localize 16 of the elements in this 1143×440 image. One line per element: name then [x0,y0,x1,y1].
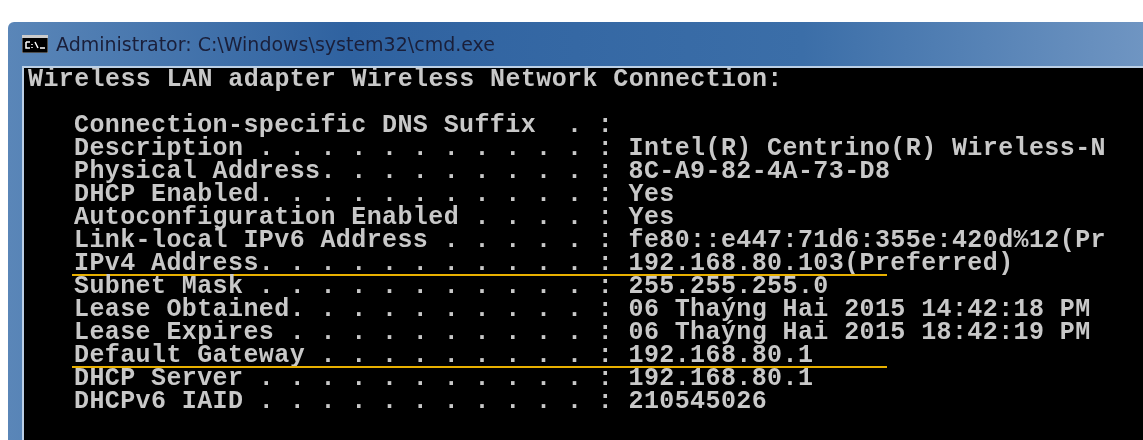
console-line: DHCPv6 IAID . . . . . . . . . . . : 210545026 [74,390,768,413]
console-line: Physical Address. . . . . . . . . : 8C-A9-82-4A-73-D8 [74,160,891,183]
console-line: Default Gateway . . . . . . . . . : 192.168.80.1 [74,344,814,367]
adapter-heading: Wireless LAN adapter Wireless Network Connection: [27,68,783,91]
console-icon [22,35,48,53]
console-line: Description . . . . . . . . . . . : Intel(R) Centrino(R) Wireless-N [74,137,1106,160]
console-line: Lease Obtained. . . . . . . . . . : 06 Thaýng Hai 2015 14:42:18 PM [74,298,1091,321]
window-title: Administrator: C:\Windows\system32\cmd.exe [56,33,495,55]
console-line: DHCP Enabled. . . . . . . . . . . : Yes [74,183,675,206]
console-line: Link-local IPv6 Address . . . . . : fe80::e447:71d6:355e:420d%12(Pr [74,229,1106,252]
console-line: Connection-specific DNS Suffix . : [74,114,614,137]
console-line: Lease Expires . . . . . . . . . . : 06 Thaýng Hai 2015 18:42:19 PM [74,321,1091,344]
console-line: IPv4 Address. . . . . . . . . . . : 192.168.80.103(Preferred) [74,252,1014,275]
console-line: DHCP Server . . . . . . . . . . . : 192.168.80.1 [74,367,814,390]
console-line: Autoconfiguration Enabled . . . . : Yes [74,206,675,229]
console-line: Subnet Mask . . . . . . . . . . . : 255.255.255.0 [74,275,829,298]
